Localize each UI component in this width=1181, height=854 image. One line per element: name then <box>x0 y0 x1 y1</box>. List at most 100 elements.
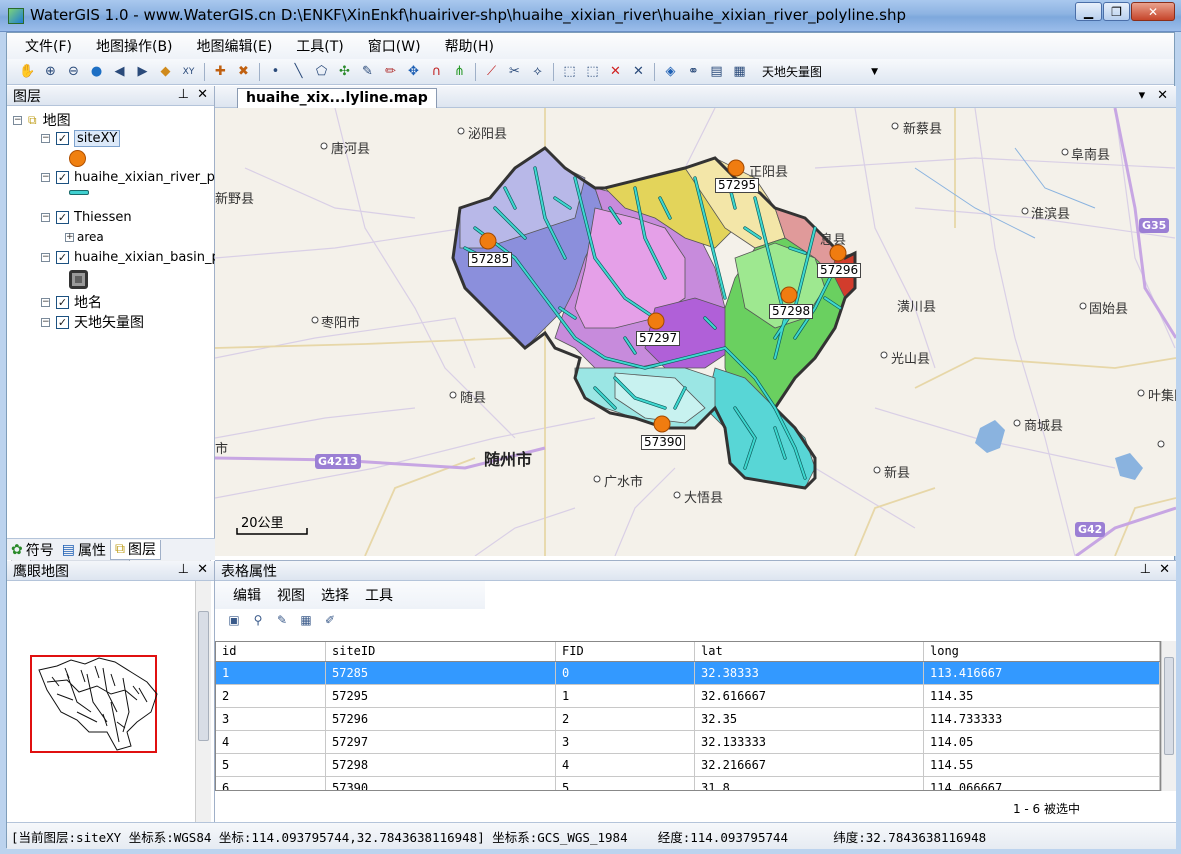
pencil-icon[interactable]: ✏ <box>380 62 401 82</box>
collapse-icon[interactable]: − <box>41 297 50 307</box>
basemap-select[interactable]: 天地矢量图 ▼ <box>758 62 882 82</box>
add-layer-icon[interactable]: ✚ <box>210 62 231 82</box>
node-icon[interactable]: ⋔ <box>449 62 470 82</box>
field-edit-icon[interactable]: ✐ <box>321 611 339 629</box>
close-button[interactable]: ✕ <box>1131 2 1175 21</box>
grid-v-scrollbar[interactable] <box>1161 641 1176 791</box>
line-tool-icon[interactable]: ╲ <box>288 62 309 82</box>
tab-properties[interactable]: ▤ 属性 <box>58 540 110 560</box>
table-menu-select[interactable]: 选择 <box>313 585 357 605</box>
move-icon[interactable]: ✥ <box>403 62 424 82</box>
pin-icon[interactable]: ⊥ <box>178 87 189 102</box>
table-row[interactable]: 6 57390 5 31.8 114.066667 <box>216 777 1160 790</box>
table-icon[interactable]: ▦ <box>729 62 750 82</box>
collapse-icon[interactable]: − <box>41 134 50 143</box>
back-arrow-icon[interactable]: ◀ <box>109 62 130 82</box>
calculator-icon[interactable]: ▦ <box>297 611 315 629</box>
layer-checkbox[interactable]: ✓ <box>56 315 69 329</box>
xy-icon[interactable]: XY <box>178 62 199 82</box>
table-row[interactable]: 5 57298 4 32.216667 114.55 <box>216 754 1160 777</box>
column-header[interactable]: lat <box>695 642 924 661</box>
layer-checkbox[interactable]: ✓ <box>56 295 69 309</box>
table-row[interactable]: 2 57295 1 32.616667 114.35 <box>216 685 1160 708</box>
table-row[interactable]: 1 57285 0 32.38333 113.416667 <box>216 662 1160 685</box>
collapse-icon[interactable]: − <box>41 173 50 182</box>
tab-list-icon[interactable]: ▾ <box>1139 88 1146 103</box>
layer-checkbox[interactable]: ✓ <box>56 251 69 264</box>
menu-window[interactable]: 窗口(W) <box>356 36 433 56</box>
layer-sitexy[interactable]: − ✓ siteXY <box>41 130 121 147</box>
cross-icon[interactable]: ✕ <box>628 62 649 82</box>
globe-icon[interactable]: ● <box>86 62 107 82</box>
search-icon[interactable]: ⚲ <box>249 611 267 629</box>
tab-layers[interactable]: ⧉ 图层 <box>109 539 161 560</box>
map-tab[interactable]: huaihe_xix...lyline.map <box>237 88 437 108</box>
menu-tools[interactable]: 工具(T) <box>284 36 355 56</box>
menu-map-edit[interactable]: 地图编辑(E) <box>185 36 285 56</box>
panel-close-icon[interactable]: ✕ <box>1159 562 1170 577</box>
table-row[interactable]: 4 57297 3 32.133333 114.05 <box>216 731 1160 754</box>
reshape-icon[interactable]: ⟡ <box>527 62 548 82</box>
column-header[interactable]: long <box>924 642 1160 661</box>
forward-arrow-icon[interactable]: ▶ <box>132 62 153 82</box>
pin-icon[interactable]: ⊥ <box>178 562 189 577</box>
panel-close-icon[interactable]: ✕ <box>197 87 208 102</box>
layer-basin[interactable]: − ✓ huaihe_xixian_basin_po <box>41 250 228 265</box>
split-line-icon[interactable]: ⟋ <box>481 62 502 82</box>
layer-checkbox[interactable]: ✓ <box>56 132 69 145</box>
tree-root[interactable]: − ⧉ 地图 <box>13 110 71 130</box>
zoom-in-icon[interactable]: ⊕ <box>40 62 61 82</box>
maximize-button[interactable]: ❐ <box>1103 2 1130 21</box>
menu-file[interactable]: 文件(F) <box>13 36 84 56</box>
menu-help[interactable]: 帮助(H) <box>433 36 506 56</box>
table-menu-tools[interactable]: 工具 <box>357 585 401 605</box>
column-header[interactable]: FID <box>556 642 695 661</box>
remove-layer-icon[interactable]: ✖ <box>233 62 254 82</box>
overview-map[interactable] <box>7 582 215 832</box>
delete-icon[interactable]: ✕ <box>605 62 626 82</box>
binoculars-icon[interactable]: ⚭ <box>683 62 704 82</box>
thiessen-area[interactable]: + area <box>65 230 104 244</box>
ruler-icon[interactable]: ▤ <box>706 62 727 82</box>
expand-icon[interactable]: + <box>65 232 74 242</box>
tab-symbol[interactable]: ✿ 符号 <box>7 540 58 560</box>
select-icon[interactable]: ⬚ <box>559 62 580 82</box>
vertex-tool-icon[interactable]: ✣ <box>334 62 355 82</box>
menu-map-operation[interactable]: 地图操作(B) <box>84 36 185 56</box>
column-header[interactable]: siteID <box>326 642 556 661</box>
pan-hand-icon[interactable]: ✋ <box>17 62 38 82</box>
pin-icon[interactable]: ⊥ <box>1140 562 1151 577</box>
overview-v-scrollbar[interactable] <box>195 581 211 829</box>
edit-icon[interactable]: ✎ <box>273 611 291 629</box>
point-tool-icon[interactable]: • <box>265 62 286 82</box>
polygon-tool-icon[interactable]: ⬠ <box>311 62 332 82</box>
save-icon[interactable]: ▣ <box>225 611 243 629</box>
layer-checkbox[interactable]: ✓ <box>56 211 69 224</box>
map-canvas[interactable]: 泌阳县 唐河县 新蔡县 阜南县 正阳县 淮滨县 息县 潢川县 固始县 枣阳市 光… <box>215 108 1176 556</box>
collapse-icon[interactable]: − <box>41 213 50 222</box>
attribute-grid[interactable]: id siteID FID lat long 1 57285 0 32.3833… <box>215 641 1161 791</box>
tab-close-icon[interactable]: ✕ <box>1157 88 1168 103</box>
panel-close-icon[interactable]: ✕ <box>197 562 208 577</box>
collapse-icon[interactable]: − <box>41 317 50 327</box>
minimize-button[interactable]: ▁ <box>1075 2 1102 21</box>
collapse-icon[interactable]: − <box>13 115 22 125</box>
collapse-icon[interactable]: − <box>41 253 50 262</box>
table-menu-edit[interactable]: 编辑 <box>225 585 269 605</box>
edit-tool-icon[interactable]: ✎ <box>357 62 378 82</box>
cut-icon[interactable]: ✂ <box>504 62 525 82</box>
layer-checkbox[interactable]: ✓ <box>56 171 69 184</box>
diamond-icon[interactable]: ◈ <box>660 62 681 82</box>
layer-basemap[interactable]: − ✓ 天地矢量图 <box>41 312 144 332</box>
zoom-out-icon[interactable]: ⊖ <box>63 62 84 82</box>
layer-placenames[interactable]: − ✓ 地名 <box>41 292 102 312</box>
identify-icon[interactable]: ◆ <box>155 62 176 82</box>
layer-thiessen[interactable]: − ✓ Thiessen <box>41 210 132 225</box>
table-row[interactable]: 3 57296 2 32.35 114.733333 <box>216 708 1160 731</box>
magnet-icon[interactable]: ∩ <box>426 62 447 82</box>
select-clear-icon[interactable]: ⬚ <box>582 62 603 82</box>
column-header[interactable]: id <box>216 642 326 661</box>
table-cell: 2 <box>216 685 326 707</box>
layer-river[interactable]: − ✓ huaihe_xixian_river_pol <box>41 170 226 185</box>
table-menu-view[interactable]: 视图 <box>269 585 313 605</box>
